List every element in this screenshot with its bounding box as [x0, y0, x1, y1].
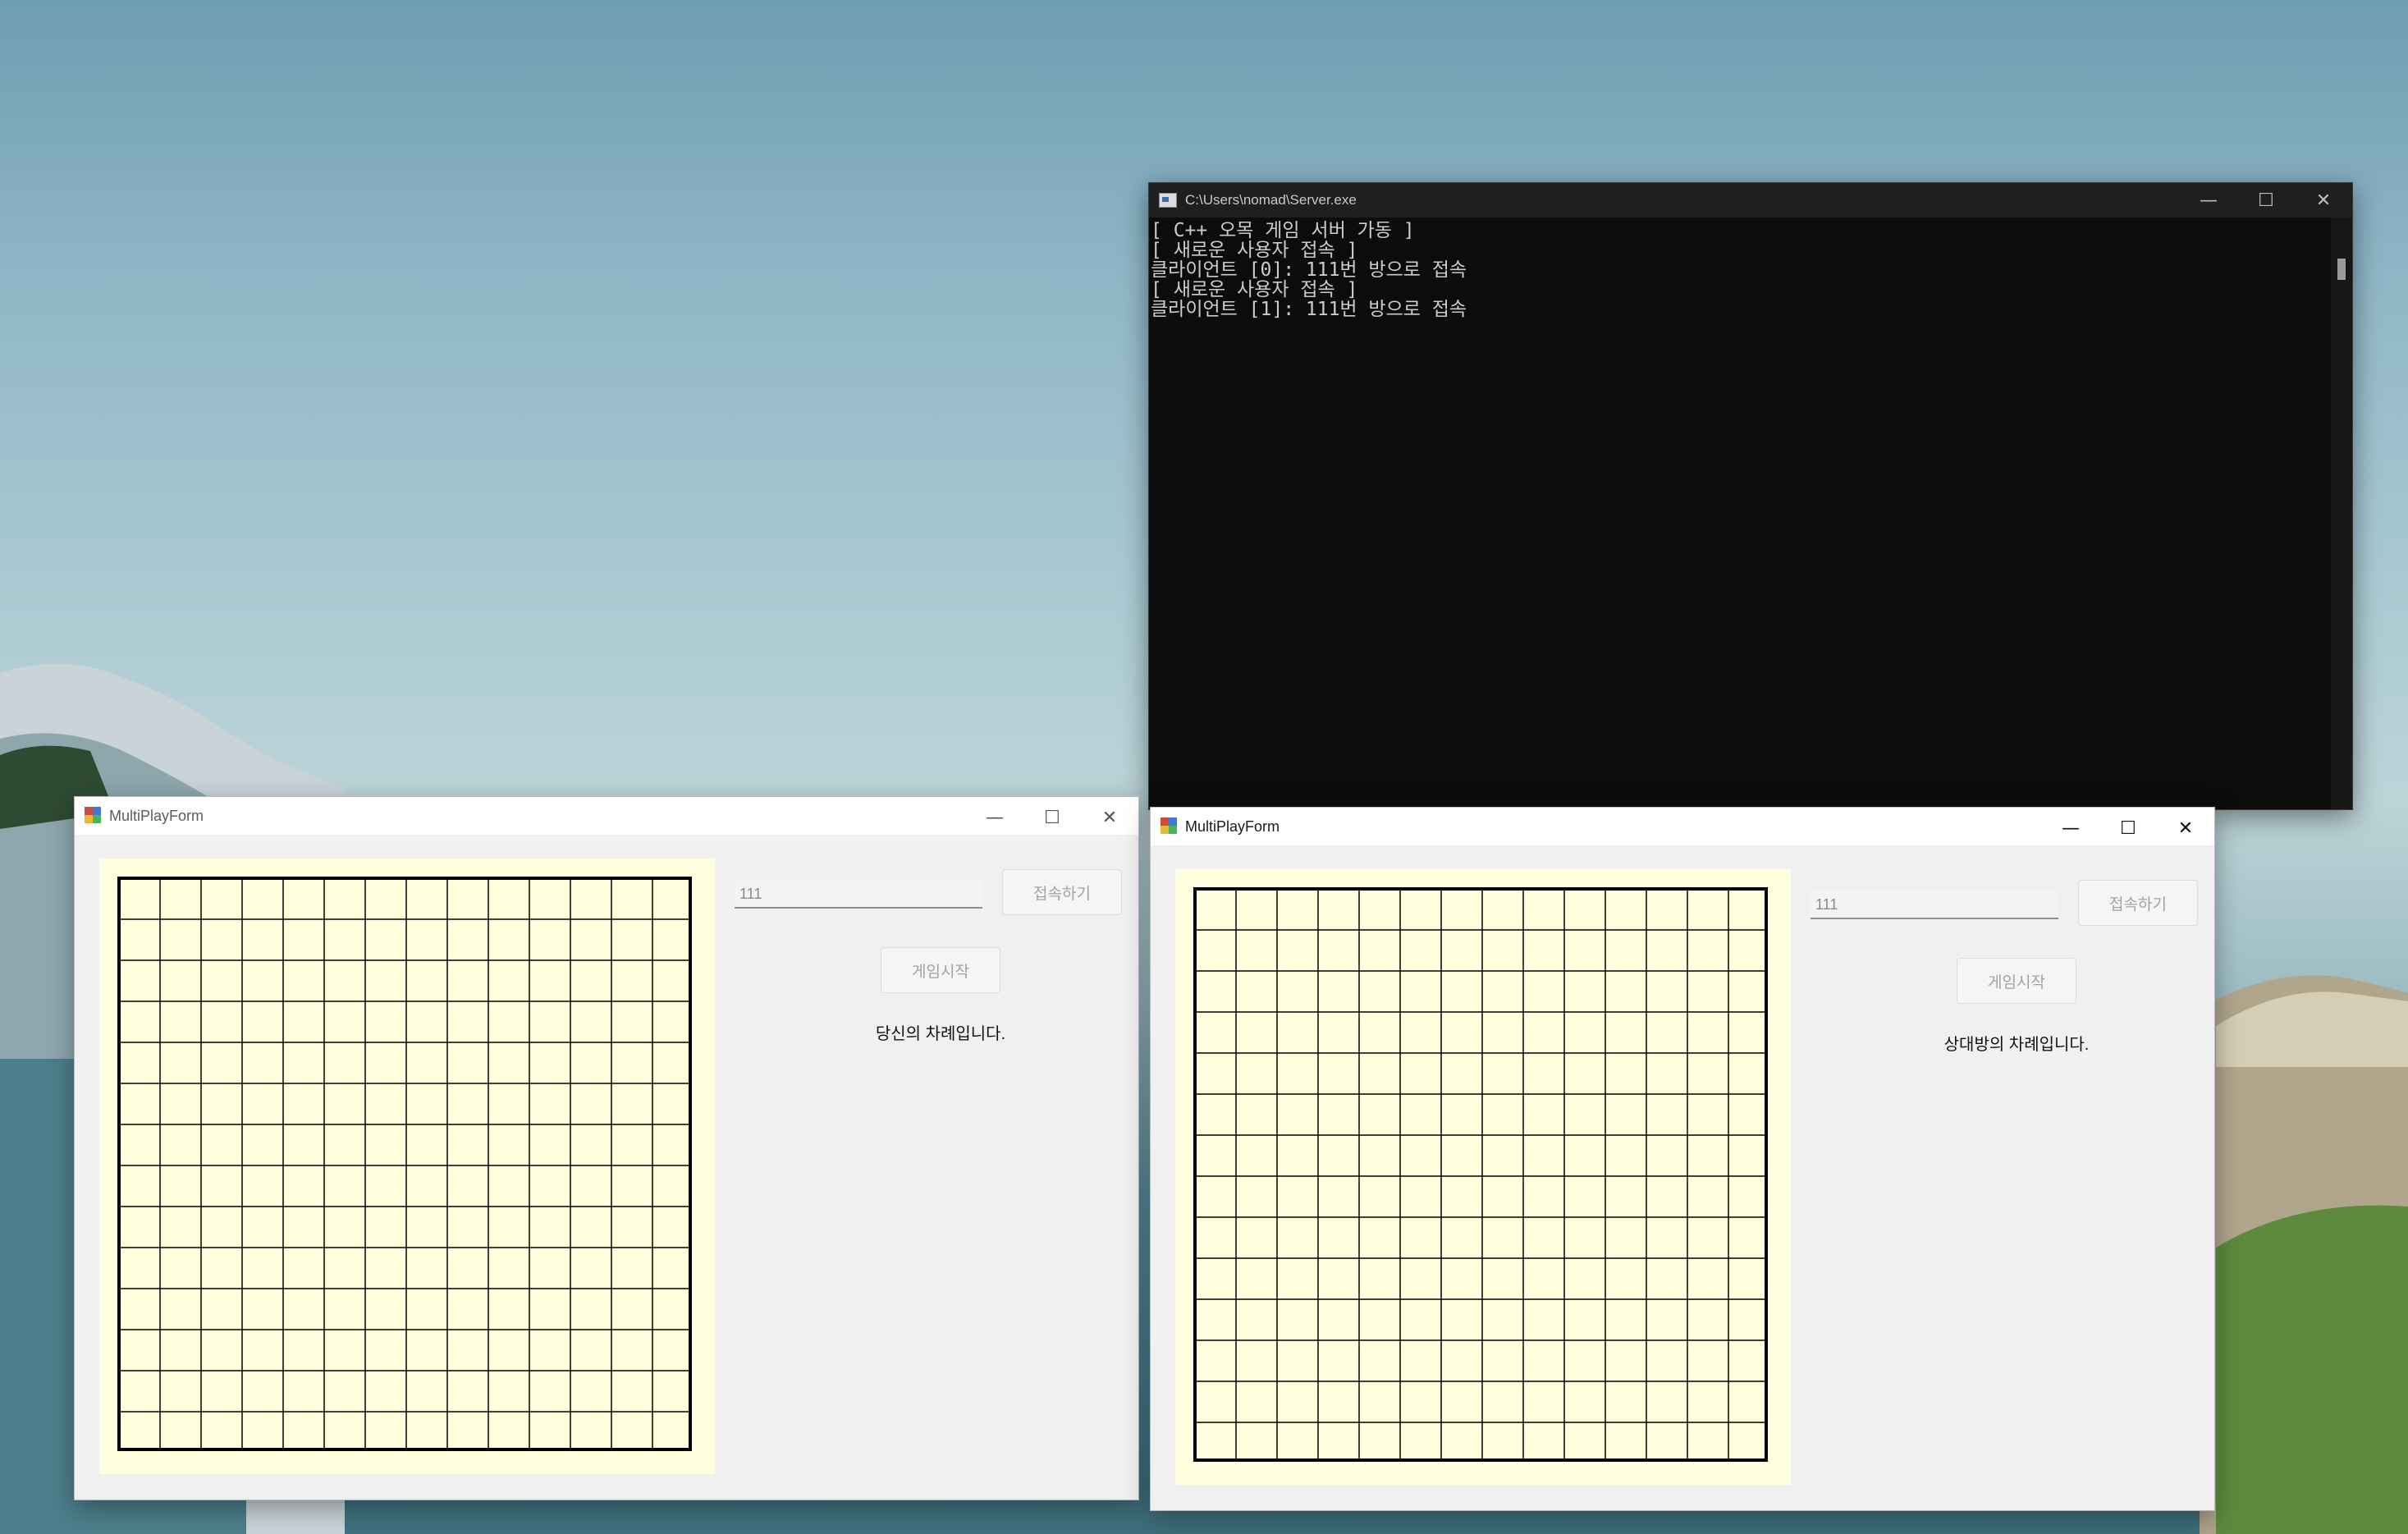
console-scrollbar[interactable]: [2331, 218, 2352, 809]
start-game-button[interactable]: 게임시작: [881, 947, 1000, 993]
room-number-value: 111: [1815, 895, 1838, 913]
console-line: [ 새로운 사용자 접속 ]: [1151, 279, 1358, 300]
maximize-button[interactable]: ☐: [2099, 809, 2157, 847]
console-line: [ 새로운 사용자 접속 ]: [1151, 240, 1358, 261]
turn-status-text: 상대방의 차례입니다.: [1943, 1036, 2090, 1054]
start-game-button[interactable]: 게임시작: [1957, 958, 2076, 1004]
room-number-input[interactable]: 111: [1811, 891, 2058, 919]
app-icon: [85, 807, 103, 825]
form-title: MultiPlayForm: [1185, 817, 1280, 835]
omok-board[interactable]: [117, 877, 692, 1451]
room-number-input[interactable]: 111: [735, 881, 982, 909]
console-scroll-thumb[interactable]: [2337, 259, 2346, 280]
console-line: [ C++ 오목 게임 서버 가동 ]: [1151, 220, 1415, 241]
console-output: [ C++ 오목 게임 서버 가동 ][ 새로운 사용자 접속 ] 클라이언트 […: [1149, 218, 2331, 809]
app-icon: [1161, 817, 1179, 836]
omok-board[interactable]: [1193, 887, 1768, 1462]
form-titlebar[interactable]: MultiPlayForm — ☐ ✕: [1151, 808, 2214, 845]
console-app-icon: [1159, 193, 1177, 208]
console-titlebar[interactable]: C:\Users\nomad\Server.exe — ☐ ✕: [1149, 183, 2352, 218]
room-number-value: 111: [739, 885, 762, 902]
multiplay-form-1[interactable]: MultiPlayForm — ☐ ✕ 111 접속하기 게임시작 당신의 차례…: [74, 796, 1139, 1500]
minimize-button[interactable]: —: [966, 799, 1023, 836]
minimize-button[interactable]: —: [2180, 183, 2237, 218]
console-line: 클라이언트 [0]: 111번 방으로 접속: [1151, 259, 1467, 281]
maximize-button[interactable]: ☐: [1023, 799, 1081, 836]
form-title: MultiPlayForm: [109, 807, 204, 824]
board-background: [117, 877, 692, 1451]
connect-button[interactable]: 접속하기: [2078, 880, 2198, 926]
connect-button[interactable]: 접속하기: [1002, 869, 1122, 915]
board-panel[interactable]: [99, 859, 715, 1474]
close-button[interactable]: ✕: [2157, 809, 2214, 847]
maximize-button[interactable]: ☐: [2237, 183, 2295, 218]
console-title: C:\Users\nomad\Server.exe: [1185, 192, 1357, 208]
close-button[interactable]: ✕: [1081, 799, 1138, 836]
form-titlebar[interactable]: MultiPlayForm — ☐ ✕: [75, 797, 1138, 835]
close-button[interactable]: ✕: [2295, 183, 2352, 218]
multiplay-form-2[interactable]: MultiPlayForm — ☐ ✕ 111 접속하기 게임시작 상대방의 차…: [1150, 807, 2215, 1511]
server-console-window[interactable]: C:\Users\nomad\Server.exe — ☐ ✕ [ C++ 오목…: [1148, 182, 2353, 810]
board-panel[interactable]: [1175, 869, 1791, 1485]
minimize-button[interactable]: —: [2042, 809, 2099, 847]
board-background: [1193, 887, 1768, 1462]
turn-status-text: 당신의 차례입니다.: [875, 1025, 1006, 1043]
console-line: 클라이언트 [1]: 111번 방으로 접속: [1151, 299, 1467, 320]
